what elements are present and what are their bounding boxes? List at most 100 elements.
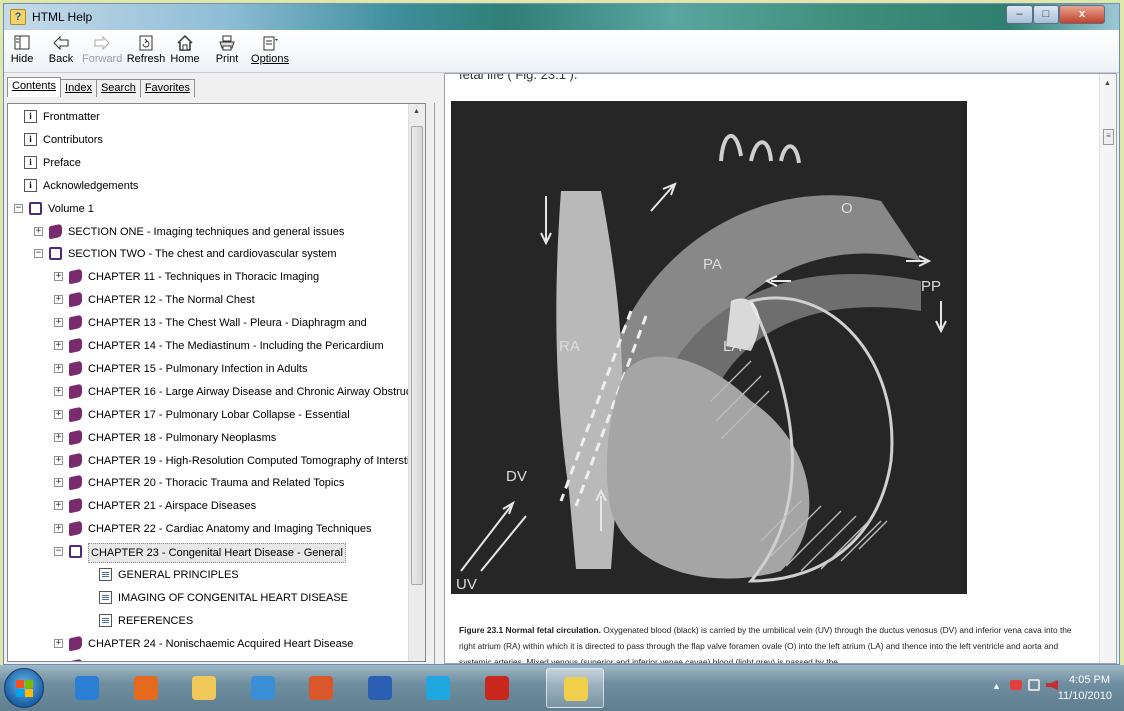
tree-item[interactable]: +CHAPTER 25 - Ischaemic Heart Disease [8,656,408,662]
tree-item-label: CHAPTER 11 - Techniques in Thoracic Imag… [88,271,320,284]
print-button[interactable]: Print [212,32,242,72]
taskbar: ▲ 4:05 PM 11/10/2010 [0,665,1124,711]
tree-item[interactable]: REFERENCES [8,610,408,632]
tree-item[interactable]: − Volume 1 [8,198,408,220]
pane-splitter[interactable] [430,73,444,664]
tree-item[interactable]: IMAGING OF CONGENITAL HEART DISEASE [8,587,408,609]
content-scroll-up-icon[interactable]: ▲ [1104,80,1111,87]
tree-item[interactable]: + CHAPTER 13 - The Chest Wall - Pleura - … [8,312,408,334]
taskbar-help-button[interactable] [546,668,604,708]
content-scrollbar[interactable]: ▲ ≡ [1099,74,1116,663]
tab-index[interactable]: Index [60,79,97,97]
action-center-icon[interactable] [1010,680,1022,690]
expand-icon[interactable]: + [54,455,63,465]
closed-book-icon [49,223,62,239]
taskbar-word-button[interactable] [351,668,409,708]
start-button[interactable] [4,668,44,708]
tree-item[interactable]: + CHAPTER 14 - The Mediastinum - Includin… [8,335,408,357]
expand-icon[interactable]: + [54,501,63,511]
collapse-icon[interactable]: − [14,203,23,213]
expand-icon[interactable]: + [34,226,43,236]
tree-item[interactable]: + CHAPTER 24 - Nonischaemic Acquired Hear… [8,633,408,655]
tree-item[interactable]: i Acknowledgements [8,175,408,197]
tree-item[interactable]: + CHAPTER 15 - Pulmonary Infection in Adu… [8,358,408,380]
open-book-icon [69,545,82,559]
expand-icon[interactable]: + [54,386,63,396]
collapse-icon[interactable]: − [34,249,43,259]
tree-item[interactable]: + CHAPTER 19 - High-Resolution Computed T… [8,450,415,472]
hide-button[interactable]: Hide [8,32,36,72]
tree-item-label: CHAPTER 15 - Pulmonary Infection in Adul… [88,362,308,375]
expand-icon[interactable]: + [54,318,63,328]
tree-item[interactable]: + CHAPTER 21 - Airspace Diseases [8,495,408,517]
tree-item[interactable]: + CHAPTER 17 - Pulmonary Lobar Collapse -… [8,404,408,426]
close-button[interactable]: x [1059,5,1105,24]
tree-item[interactable]: − SECTION TWO - The chest and cardiovascu… [8,243,408,265]
forward-button[interactable]: Forward [82,32,122,72]
clock-date[interactable]: 11/10/2010 [1058,690,1112,702]
closed-book-icon [69,635,82,652]
tree-item[interactable]: + SECTION ONE - Imaging techniques and ge… [8,221,408,243]
tree-item-label: REFERENCES [118,614,194,627]
taskbar-presentation-button[interactable] [292,668,350,708]
expand-icon[interactable]: + [54,638,63,648]
tree-scrollbar[interactable]: ▲ [408,104,425,661]
figure-caption: Figure 23.1 Normal fetal circulation. Ox… [459,622,1087,663]
tree-item-label: SECTION TWO - The chest and cardiovascul… [68,248,337,261]
refresh-button[interactable]: Refresh [126,32,166,72]
info-page-icon: i [24,178,37,192]
taskbar-media-player-button[interactable] [234,668,292,708]
scroll-up-arrow-icon[interactable]: ▲ [413,108,420,115]
expand-icon[interactable]: + [54,363,63,373]
network-icon[interactable] [1028,679,1040,691]
expand-icon[interactable]: + [54,272,63,282]
home-button[interactable]: Home [168,32,202,72]
taskbar-pdf-reader-button[interactable] [468,668,526,708]
tab-favorites[interactable]: Favorites [139,79,196,97]
expand-icon[interactable]: + [54,478,63,488]
expand-icon[interactable]: + [54,341,63,350]
pdf-reader-icon [484,676,509,700]
tree-item[interactable]: + CHAPTER 18 - Pulmonary Neoplasms [8,427,408,449]
tab-contents[interactable]: Contents [7,77,62,97]
tree-item[interactable]: − CHAPTER 23 - Congenital Heart Disease -… [8,541,408,564]
collapse-icon[interactable]: − [54,547,63,557]
tree-item[interactable]: + CHAPTER 16 - Large Airway Disease and C… [8,381,417,403]
tree-item[interactable]: i Preface [8,152,408,174]
firefox-icon [133,676,158,700]
closed-book-icon [69,268,82,285]
title-bar[interactable]: ? HTML Help – □ x [4,4,1119,30]
content-scrollbar-thumb[interactable]: ≡ [1103,129,1114,145]
tree-item[interactable]: i Frontmatter [8,106,408,128]
tree-item[interactable]: + CHAPTER 12 - The Normal Chest [8,289,408,311]
tree-item[interactable]: + CHAPTER 20 - Thoracic Trauma and Relate… [8,472,408,494]
expand-icon[interactable]: + [54,432,63,442]
taskbar-folder-button[interactable] [175,668,233,708]
expand-icon[interactable]: + [54,409,63,419]
volume-icon[interactable] [1046,680,1058,690]
hide-icon [14,35,30,50]
back-button[interactable]: Back [44,32,78,72]
home-icon [177,34,193,51]
taskbar-firefox-button[interactable] [117,668,175,708]
tree-item[interactable]: GENERAL PRINCIPLES [8,564,408,586]
expand-icon[interactable]: + [54,524,63,534]
help-window: ? HTML Help – □ x Hide Back Forward Refr… [3,3,1120,665]
tree-item-label: GENERAL PRINCIPLES [118,569,239,581]
taskbar-internet-explorer-button[interactable] [58,668,116,708]
clock-time[interactable]: 4:05 PM [1069,674,1110,686]
tree-item[interactable]: i Contributors [8,129,408,151]
options-button[interactable]: Options [248,32,292,72]
taskbar-skype-button[interactable] [409,668,467,708]
figure-label-ra: RA [559,338,580,355]
show-hidden-icons-icon[interactable]: ▲ [992,681,1001,691]
navigation-pane: Contents Index Search Favorites i Frontma… [4,73,430,664]
maximize-button[interactable]: □ [1033,5,1059,24]
tab-search[interactable]: Search [95,79,141,97]
tree-scrollbar-thumb[interactable] [411,126,423,585]
tree-item[interactable]: + CHAPTER 11 - Techniques in Thoracic Ima… [8,266,408,288]
tree-item[interactable]: + CHAPTER 22 - Cardiac Anatomy and Imagin… [8,518,408,540]
tree-item-label: CHAPTER 25 - Ischaemic Heart Disease [88,656,288,662]
expand-icon[interactable]: + [54,295,63,305]
minimize-button[interactable]: – [1006,5,1033,24]
